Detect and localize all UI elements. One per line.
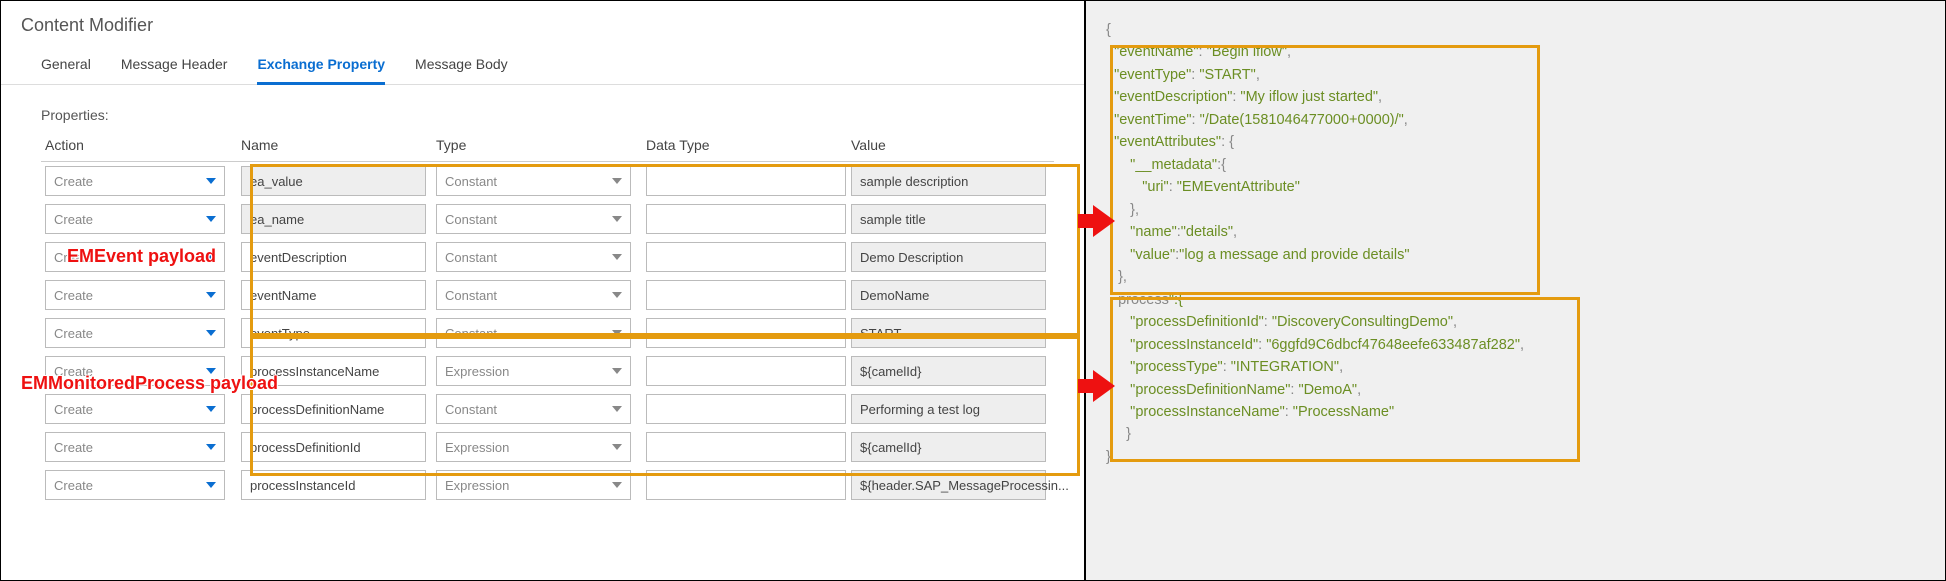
value-input[interactable]: sample title [851,204,1046,234]
col-action: Action [41,137,241,153]
name-input[interactable]: ea_value [241,166,426,196]
json-preview: { "eventName": "Begin iflow", "eventType… [1098,19,1933,468]
action-select[interactable]: Create [45,166,225,196]
section-label: Properties: [1,85,1084,131]
value-input[interactable]: sample description [851,166,1046,196]
col-datatype: Data Type [646,137,851,153]
tab-message-header[interactable]: Message Header [121,50,228,84]
col-name: Name [241,137,436,153]
datatype-input[interactable] [646,242,846,272]
tab-exchange-property[interactable]: Exchange Property [257,50,385,85]
action-select[interactable]: Create [45,432,225,462]
table-row: Create processInstanceId Expression ${heade… [41,466,1054,504]
table-row: Create eventType Constant START [41,314,1054,352]
chevron-down-icon [612,292,622,298]
tabs: General Message Header Exchange Property… [1,36,1084,85]
type-select[interactable]: Constant [436,394,631,424]
action-select[interactable]: Create [45,204,225,234]
tab-message-body[interactable]: Message Body [415,50,508,84]
chevron-down-icon [612,254,622,260]
name-input[interactable]: processInstanceId [241,470,426,500]
action-select[interactable]: Create [45,394,225,424]
datatype-input[interactable] [646,280,846,310]
chevron-down-icon [206,216,216,222]
chevron-down-icon [612,368,622,374]
value-input[interactable]: ${camelId} [851,432,1046,462]
chevron-down-icon [206,178,216,184]
chevron-down-icon [612,482,622,488]
table-row: Create eventName Constant DemoName [41,276,1054,314]
datatype-input[interactable] [646,432,846,462]
chevron-down-icon [206,368,216,374]
type-select[interactable]: Constant [436,166,631,196]
properties-grid: Action Name Type Data Type Value Createe… [1,131,1084,504]
datatype-input[interactable] [646,470,846,500]
name-input[interactable]: eventName [241,280,426,310]
value-input[interactable]: ${header.SAP_MessageProcessin... [851,470,1046,500]
action-select[interactable]: Create [45,318,225,348]
chevron-down-icon [206,406,216,412]
chevron-down-icon [612,406,622,412]
chevron-down-icon [206,444,216,450]
value-input[interactable]: START [851,318,1046,348]
table-row: Create eventDescription Constant Demo Descr… [41,238,1054,276]
type-select[interactable]: Expression [436,470,631,500]
action-select[interactable]: Create [45,356,225,386]
name-input[interactable]: processInstanceName [241,356,426,386]
chevron-down-icon [206,330,216,336]
table-row: Create processInstanceName Expression ${cam… [41,352,1054,390]
type-select[interactable]: Constant [436,204,631,234]
col-value: Value [851,137,1051,153]
chevron-down-icon [612,444,622,450]
chevron-down-icon [612,330,622,336]
action-select[interactable]: Create [45,242,225,272]
type-select[interactable]: Constant [436,242,631,272]
col-type: Type [436,137,646,153]
page-title: Content Modifier [1,1,1084,36]
datatype-input[interactable] [646,356,846,386]
datatype-input[interactable] [646,166,846,196]
name-input[interactable]: processDefinitionName [241,394,426,424]
value-input[interactable]: Demo Description [851,242,1046,272]
type-select[interactable]: Expression [436,356,631,386]
tab-general[interactable]: General [41,50,91,84]
value-input[interactable]: Performing a test log [851,394,1046,424]
type-select[interactable]: Expression [436,432,631,462]
table-row: Create processDefinitionName Constant Perfo… [41,390,1054,428]
type-select[interactable]: Constant [436,280,631,310]
datatype-input[interactable] [646,394,846,424]
type-select[interactable]: Constant [436,318,631,348]
name-input[interactable]: processDefinitionId [241,432,426,462]
table-row: Create ea_value Constant sample description [41,162,1054,200]
name-input[interactable]: ea_name [241,204,426,234]
name-input[interactable]: eventType [241,318,426,348]
table-row: Create processDefinitionId Expression ${cam… [41,428,1054,466]
chevron-down-icon [612,178,622,184]
value-input[interactable]: ${camelId} [851,356,1046,386]
chevron-down-icon [206,292,216,298]
action-select[interactable]: Create [45,470,225,500]
table-row: Create ea_name Constant sample title [41,200,1054,238]
value-input[interactable]: DemoName [851,280,1046,310]
name-input[interactable]: eventDescription [241,242,426,272]
chevron-down-icon [206,482,216,488]
chevron-down-icon [206,254,216,260]
chevron-down-icon [612,216,622,222]
datatype-input[interactable] [646,204,846,234]
action-select[interactable]: Create [45,280,225,310]
datatype-input[interactable] [646,318,846,348]
